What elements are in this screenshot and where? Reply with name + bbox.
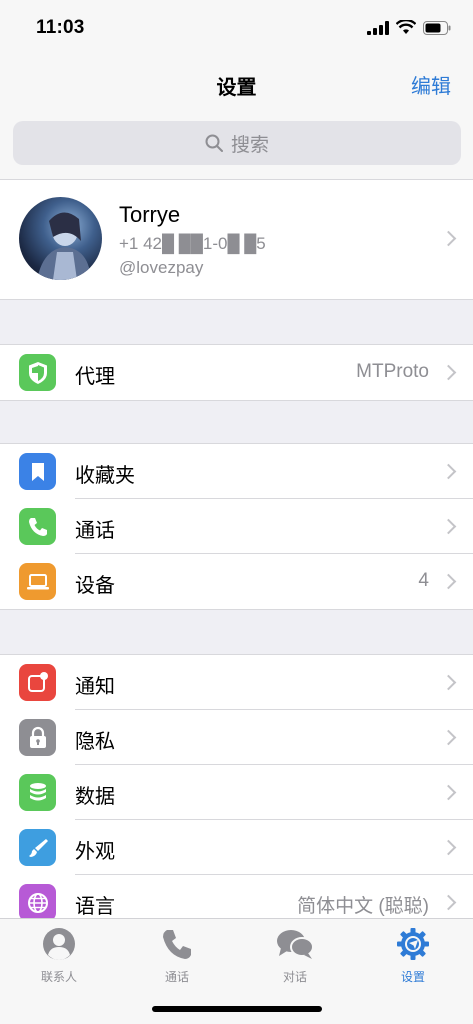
row-label: 设备 [75,575,115,597]
row-label: 外观 [75,841,115,863]
chevron-right-icon [440,674,457,691]
home-indicator[interactable] [152,1006,322,1012]
chevron-right-icon [440,839,457,856]
chevron-right-icon [440,463,457,480]
search-placeholder: 搜索 [230,134,269,156]
settings-icon [397,928,429,960]
chevron-right-icon [440,230,457,247]
brush-icon [19,829,56,866]
shield-icon [19,354,56,391]
row-label: 通知 [75,676,115,698]
row-value: MTProto [356,361,429,382]
settings-row-notifications[interactable]: 通知 [0,655,473,710]
page-title: 设置 [216,77,257,99]
tab-label: 设置 [400,970,425,984]
wifi-icon [396,20,416,34]
tab-label: 通话 [164,970,189,984]
settings-row-language[interactable]: 语言 简体中文 (聪聪) [0,875,473,920]
tab-label: 对话 [282,970,307,984]
row-label: 语言 [75,896,115,918]
tab-contacts[interactable]: 联系人 [0,927,118,985]
laptop-icon [19,563,56,600]
profile-name: Torrye [119,202,181,227]
database-icon [19,774,56,811]
row-value: 简体中文 (聪聪) [297,896,429,917]
row-label: 收藏夹 [75,465,135,487]
settings-row-devices[interactable]: 设备 4 [0,554,473,609]
globe-icon [19,884,56,920]
preferences-section: 通知 隐私 数据 外观 语言 简体中文 (聪聪) [0,654,473,920]
chevron-right-icon [440,784,457,801]
chats-icon [277,930,314,959]
status-bar: 11:03 [0,0,473,58]
row-value: 4 [418,570,429,591]
settings-row-calls[interactable]: 通话 [0,499,473,554]
chevron-right-icon [440,518,457,535]
tab-settings[interactable]: 设置 [354,927,472,985]
tab-chats[interactable]: 对话 [236,927,354,985]
tab-calls[interactable]: 通话 [118,927,236,985]
chevron-right-icon [440,894,457,911]
phone-icon [163,930,191,959]
bookmark-icon [19,453,56,490]
battery-icon [423,20,451,35]
chevron-right-icon [440,364,457,381]
search-input[interactable]: 搜索 [13,121,461,165]
avatar [19,197,102,280]
navigation-bar: 设置 编辑 搜索 [0,58,473,180]
row-label: 数据 [75,786,115,808]
settings-row-privacy[interactable]: 隐私 [0,710,473,765]
settings-row-proxy[interactable]: 代理 MTProto [0,345,473,400]
row-label: 隐私 [75,731,115,753]
profile-row[interactable]: Torrye +1 42█ ██1-0█ █5 @lovezpay [0,180,473,300]
settings-row-appearance[interactable]: 外观 [0,820,473,875]
contacts-icon [43,928,75,960]
status-time: 11:03 [36,17,85,38]
signal-icon [367,20,389,35]
chevron-right-icon [440,729,457,746]
proxy-section: 代理 MTProto [0,344,473,401]
lock-icon [19,719,56,756]
settings-row-data[interactable]: 数据 [0,765,473,820]
chevron-right-icon [440,573,457,590]
general-section: 收藏夹 通话 设备 4 [0,443,473,610]
row-label: 通话 [75,520,115,542]
edit-button[interactable]: 编辑 [411,70,451,99]
profile-phone: +1 42█ ██1-0█ █5 [119,234,266,253]
profile-username: @lovezpay [119,258,204,277]
tab-label: 联系人 [40,970,77,984]
row-label: 代理 [75,366,115,388]
search-icon [205,134,223,152]
notification-icon [19,664,56,701]
phone-icon [19,508,56,545]
settings-row-saved[interactable]: 收藏夹 [0,444,473,499]
